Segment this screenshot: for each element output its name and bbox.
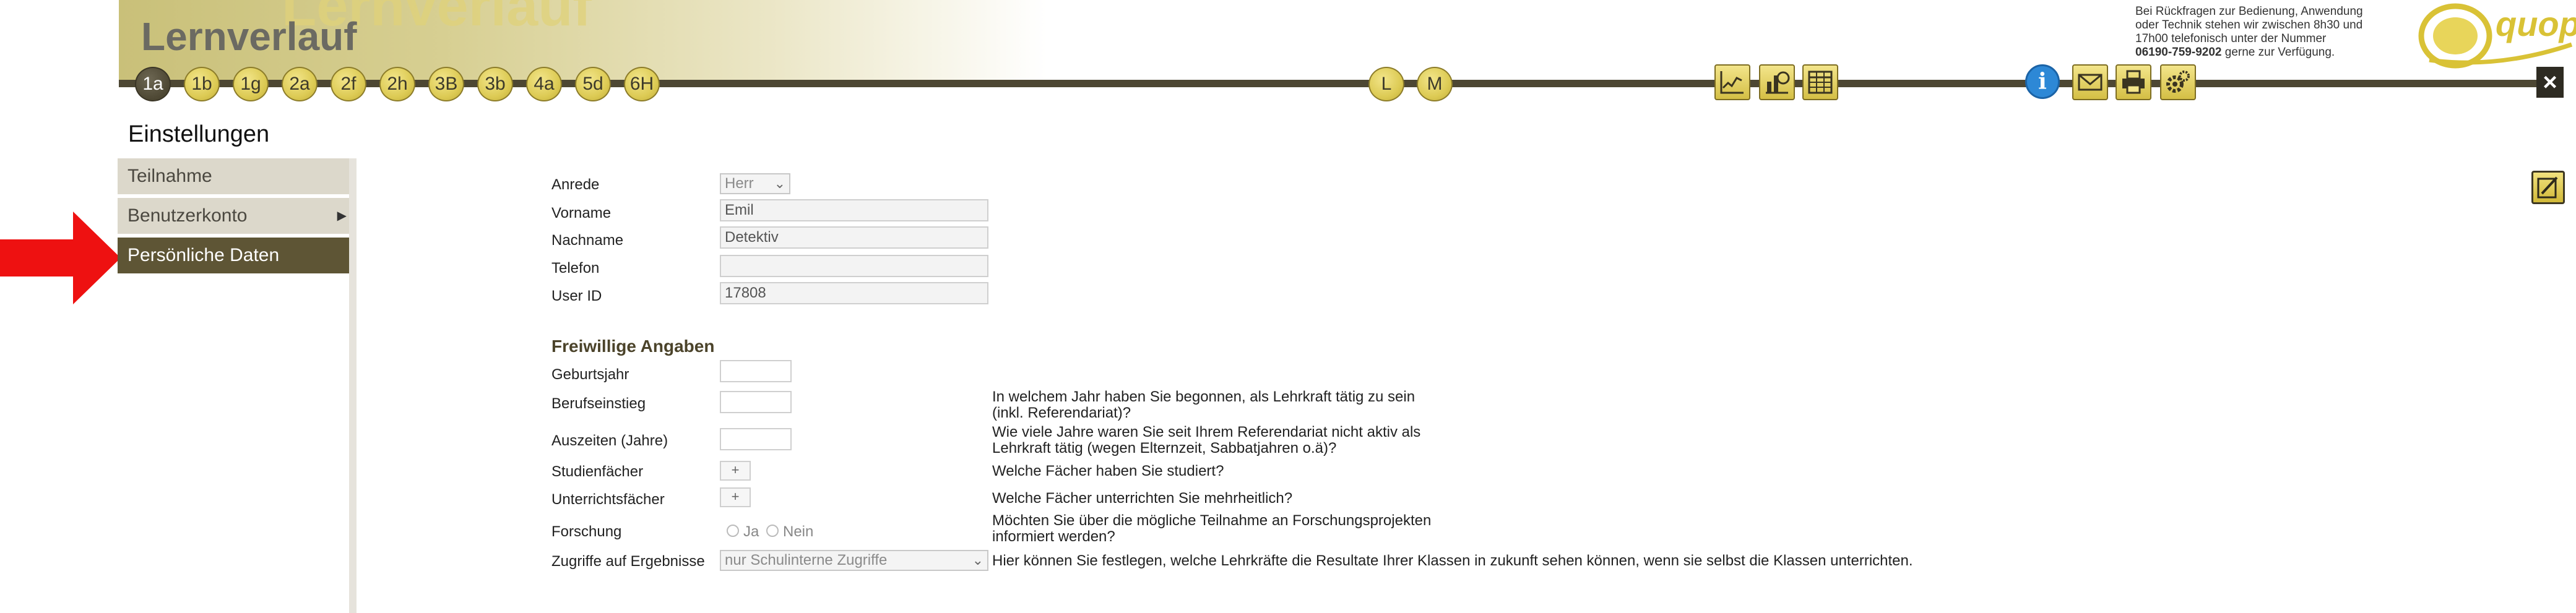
sidebar-item-persoenliche-daten[interactable]: Persönliche Daten bbox=[118, 238, 349, 273]
app-title: Lernverlauf bbox=[141, 14, 357, 59]
auszeiten-hint: Wie viele Jahre waren Sie seit Ihrem Ref… bbox=[992, 424, 1420, 457]
contact-line-3: 17h00 telefonisch unter der Nummer bbox=[2135, 32, 2327, 45]
bar-chart-glyph bbox=[1766, 71, 1790, 94]
mode-pill-m[interactable]: M bbox=[1417, 67, 1453, 101]
forschung-label: Forschung bbox=[551, 523, 622, 540]
red-arrow-pointer-icon bbox=[0, 212, 121, 304]
contact-phone: 06190-759-9202 bbox=[2135, 46, 2222, 59]
anrede-label: Anrede bbox=[551, 176, 600, 193]
user-id-field[interactable]: 17808 bbox=[720, 282, 988, 304]
telefon-label: Telefon bbox=[551, 260, 600, 276]
edit-note-icon[interactable] bbox=[2531, 171, 2565, 204]
support-contact-note: Bei Rückfragen zur Bedienung, Anwendung … bbox=[2135, 5, 2364, 59]
class-pill-6H[interactable]: 6H bbox=[624, 67, 660, 101]
sidebar-item-benutzerkonto[interactable]: Benutzerkonto ▶ bbox=[118, 198, 349, 234]
studienfaecher-hint: Welche Fächer haben Sie studiert? bbox=[992, 463, 1224, 479]
auszeiten-hint-line-1: Wie viele Jahre waren Sie seit Ihrem Ref… bbox=[992, 424, 1421, 440]
berufseinstieg-hint-line-1: In welchem Jahr haben Sie begonnen, als … bbox=[992, 388, 1416, 405]
line-chart-icon[interactable] bbox=[1714, 64, 1750, 100]
unterrichtsfaecher-hint: Welche Fächer unterrichten Sie mehrheitl… bbox=[992, 490, 1293, 507]
gear-glyph bbox=[2166, 71, 2190, 93]
forschung-hint-line-1: Möchten Sie über die mögliche Teilnahme … bbox=[992, 512, 1432, 529]
edit-note-glyph bbox=[2537, 176, 2558, 199]
contact-line-4: 06190-759-9202 gerne zur Verfügung. bbox=[2135, 46, 2364, 59]
telefon-field[interactable] bbox=[720, 255, 988, 277]
add-studienfach-button[interactable]: + bbox=[720, 461, 751, 481]
nachname-label: Nachname bbox=[551, 232, 624, 249]
sidebar-item-label: Persönliche Daten bbox=[128, 245, 280, 265]
unterrichtsfaecher-label: Unterrichtsfächer bbox=[551, 491, 665, 508]
studienfaecher-label: Studienfächer bbox=[551, 463, 644, 480]
forschung-nein-label: Nein bbox=[783, 523, 814, 540]
close-icon[interactable]: × bbox=[2536, 67, 2564, 98]
sidebar-item-label: Benutzerkonto bbox=[128, 205, 248, 226]
class-pill-2a[interactable]: 2a bbox=[282, 67, 318, 101]
optional-data-heading: Freiwillige Angaben bbox=[551, 337, 715, 356]
class-pill-3b[interactable]: 3b bbox=[477, 67, 513, 101]
berufseinstieg-label: Berufseinstieg bbox=[551, 395, 646, 412]
page-title: Einstellungen bbox=[128, 121, 270, 147]
berufseinstieg-field[interactable] bbox=[720, 391, 792, 413]
class-pill-2h[interactable]: 2h bbox=[379, 67, 415, 101]
gear-icon[interactable] bbox=[2160, 64, 2196, 100]
auszeiten-field[interactable] bbox=[720, 428, 792, 450]
berufseinstieg-hint-line-2: (inkl. Referendariat)? bbox=[992, 405, 1131, 421]
sidebar-item-teilnahme[interactable]: Teilnahme bbox=[118, 158, 349, 194]
berufseinstieg-hint: In welchem Jahr haben Sie begonnen, als … bbox=[992, 389, 1415, 421]
anrede-value: Herr bbox=[725, 175, 754, 192]
contact-line-1: Bei Rückfragen zur Bedienung, Anwendung bbox=[2135, 5, 2363, 18]
vorname-label: Vorname bbox=[551, 205, 612, 221]
bar-chart-icon[interactable] bbox=[1759, 64, 1795, 100]
table-grid-icon[interactable] bbox=[1802, 64, 1838, 100]
zugriffe-value: nur Schulinterne Zugriffe bbox=[725, 552, 888, 568]
mail-glyph bbox=[2078, 74, 2103, 91]
class-pill-4a[interactable]: 4a bbox=[526, 67, 562, 101]
forschung-hint-line-2: informiert werden? bbox=[992, 528, 1115, 545]
forschung-ja-radio[interactable] bbox=[727, 525, 739, 537]
auszeiten-hint-line-2: Lehrkraft tätig (wegen Elternzeit, Sabba… bbox=[992, 440, 1337, 457]
table-grid-glyph bbox=[1808, 71, 1833, 94]
vorname-field[interactable]: Emil bbox=[720, 199, 988, 221]
nachname-field[interactable]: Detektiv bbox=[720, 226, 988, 249]
class-pill-2f[interactable]: 2f bbox=[331, 67, 366, 101]
class-pill-1b[interactable]: 1b bbox=[184, 67, 220, 101]
forschung-nein-radio[interactable] bbox=[766, 525, 779, 537]
forschung-ja-label: Ja bbox=[743, 523, 759, 540]
info-icon[interactable]: i bbox=[2025, 64, 2060, 99]
add-unterrichtsfach-button[interactable]: + bbox=[720, 487, 751, 507]
settings-sidebar: Teilnahme Benutzerkonto ▶ Persönliche Da… bbox=[118, 158, 357, 613]
print-glyph bbox=[2122, 70, 2145, 94]
sidebar-item-label: Teilnahme bbox=[128, 166, 212, 186]
line-chart-glyph bbox=[1720, 71, 1744, 94]
geburtsjahr-field[interactable] bbox=[720, 360, 792, 382]
auszeiten-label: Auszeiten (Jahre) bbox=[551, 432, 668, 449]
contact-line-4-suffix: gerne zur Verfügung. bbox=[2221, 46, 2335, 59]
class-pill-1a[interactable]: 1a bbox=[135, 67, 171, 101]
contact-line-2: oder Technik stehen wir zwischen 8h30 un… bbox=[2135, 19, 2363, 32]
zugriffe-select[interactable]: nur Schulinterne Zugriffe ⌄ bbox=[720, 550, 988, 571]
chevron-down-icon: ⌄ bbox=[774, 176, 785, 191]
zugriffe-hint: Hier können Sie festlegen, welche Lehrkr… bbox=[992, 552, 1913, 569]
zugriffe-label: Zugriffe auf Ergebnisse bbox=[551, 553, 705, 570]
header-bar: Lernverlauf Lernverlauf 1a 1b 1g 2a 2f 2… bbox=[0, 0, 2576, 105]
anrede-select[interactable]: Herr ⌄ bbox=[720, 173, 790, 194]
print-icon[interactable] bbox=[2116, 64, 2151, 100]
submenu-arrow-icon: ▶ bbox=[337, 209, 347, 223]
chevron-down-icon: ⌄ bbox=[972, 552, 983, 568]
class-pill-3B[interactable]: 3B bbox=[428, 67, 464, 101]
forschung-hint: Möchten Sie über die mögliche Teilnahme … bbox=[992, 513, 1431, 545]
mode-pill-l[interactable]: L bbox=[1368, 67, 1404, 101]
mail-icon[interactable] bbox=[2072, 64, 2108, 100]
class-pill-1g[interactable]: 1g bbox=[233, 67, 269, 101]
user-id-label: User ID bbox=[551, 288, 602, 304]
class-pill-5d[interactable]: 5d bbox=[575, 67, 611, 101]
quop-logo-text: quop. bbox=[2496, 4, 2576, 43]
geburtsjahr-label: Geburtsjahr bbox=[551, 366, 629, 383]
